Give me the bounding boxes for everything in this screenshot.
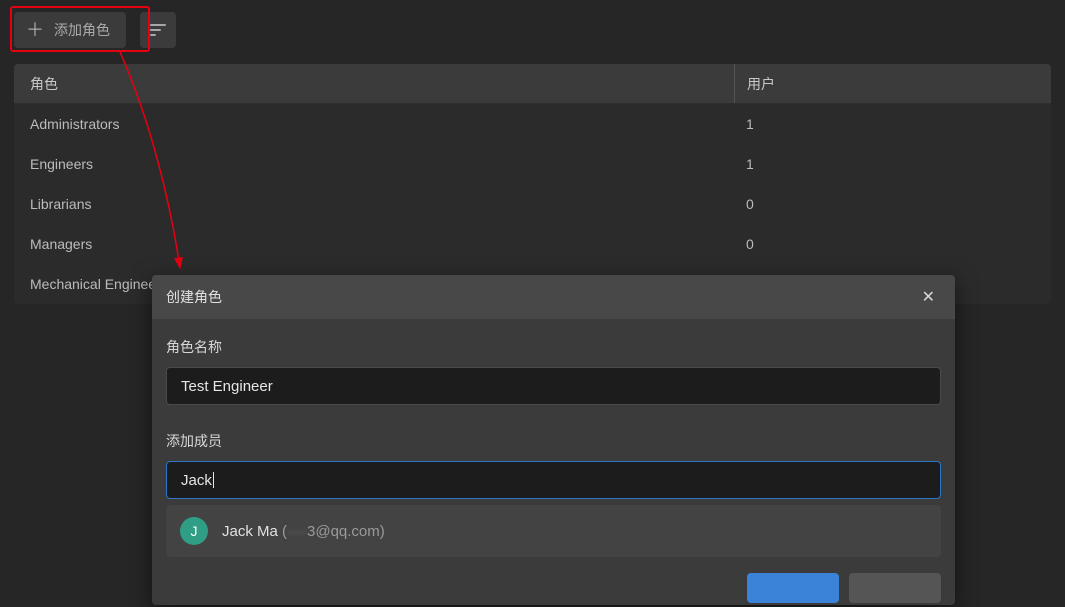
cell-user: 0 [734,184,1051,224]
member-search-input[interactable]: Jack [166,461,941,499]
col-header-user[interactable]: 用户 [734,64,1051,103]
add-member-label: 添加成员 [166,431,941,451]
create-role-modal: 创建角色 ✕ 角色名称 添加成员 Jack J Jack Ma (····3@q… [152,275,955,605]
suggestion-item[interactable]: J Jack Ma (····3@qq.com) [166,509,941,553]
suggestion-name: Jack Ma [222,523,278,540]
cell-user: 1 [734,104,1051,144]
plus-icon: ＋ [26,21,44,39]
member-search-value: Jack [181,472,212,489]
modal-body: 角色名称 添加成员 Jack J Jack Ma (····3@qq.com) [152,319,955,573]
member-suggestions: J Jack Ma (····3@qq.com) [166,505,941,557]
cell-role: Administrators [14,116,734,132]
sort-icon [150,24,166,36]
confirm-button[interactable] [747,573,839,603]
table-header: 角色 用户 [14,64,1051,104]
table-row[interactable]: Managers 0 [14,224,1051,264]
suggestion-email: (····3@qq.com) [282,523,385,540]
role-name-input[interactable] [166,367,941,405]
cell-user: 0 [734,224,1051,264]
text-caret [213,472,214,488]
add-role-label: 添加角色 [54,20,110,40]
table-body: Administrators 1 Engineers 1 Librarians … [14,104,1051,304]
table-row[interactable]: Administrators 1 [14,104,1051,144]
cell-role: Librarians [14,196,734,212]
sort-button[interactable] [140,12,176,48]
modal-header: 创建角色 ✕ [152,275,955,319]
role-name-label: 角色名称 [166,337,941,357]
roles-table: 角色 用户 Administrators 1 Engineers 1 Libra… [14,64,1051,304]
table-row[interactable]: Librarians 0 [14,184,1051,224]
close-icon[interactable]: ✕ [916,283,941,311]
cell-role: Managers [14,236,734,252]
toolbar: ＋ 添加角色 [0,0,1065,64]
modal-footer [152,573,955,605]
modal-title: 创建角色 [166,287,222,307]
cell-role: Engineers [14,156,734,172]
add-role-button[interactable]: ＋ 添加角色 [14,12,126,48]
avatar: J [180,517,208,545]
col-header-role[interactable]: 角色 [14,74,734,94]
suggestion-text: Jack Ma (····3@qq.com) [222,523,385,540]
table-row[interactable]: Engineers 1 [14,144,1051,184]
avatar-initial: J [191,523,198,539]
cancel-button[interactable] [849,573,941,603]
cell-user: 1 [734,144,1051,184]
